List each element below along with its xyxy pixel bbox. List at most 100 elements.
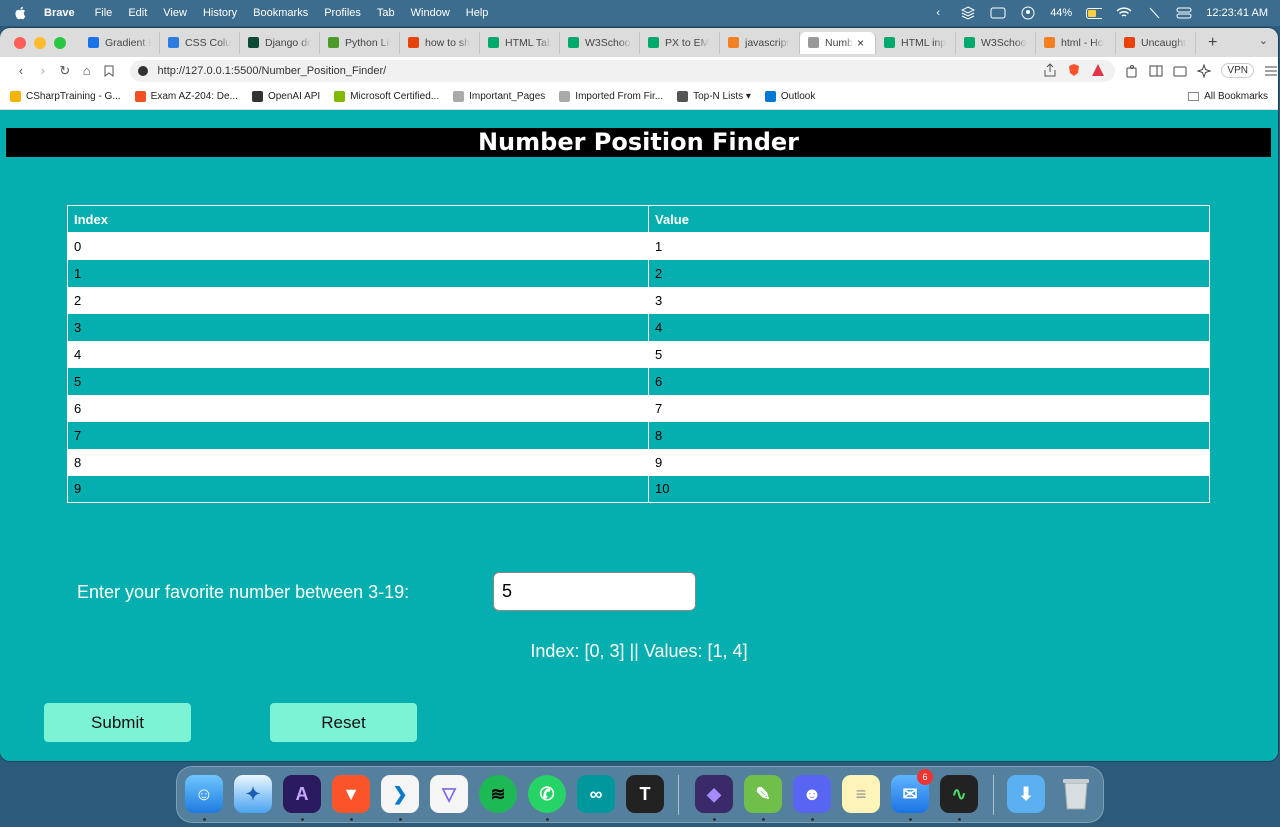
vscode-icon[interactable]: ❯ (381, 775, 419, 813)
menu-hamburger-icon[interactable] (1264, 64, 1278, 78)
address-bar[interactable]: http://127.0.0.1:5500/Number_Position_Fi… (129, 59, 1116, 82)
extensions-icon[interactable] (1125, 64, 1139, 78)
wifi-icon[interactable] (1116, 6, 1132, 20)
back-icon[interactable]: ‹ (10, 61, 32, 81)
share-icon[interactable] (1043, 62, 1057, 77)
tab[interactable]: javascript (720, 31, 800, 54)
sidebar-icon[interactable] (1149, 64, 1163, 78)
reset-button[interactable]: Reset (270, 703, 417, 742)
site-info-icon[interactable] (137, 65, 148, 76)
tab[interactable]: Django do (240, 31, 320, 54)
menu-view[interactable]: View (163, 7, 187, 19)
tab-active[interactable]: Numb × (800, 31, 876, 54)
finder-icon[interactable]: ☺ (185, 775, 223, 813)
bookmark-item[interactable]: Exam AZ-204: De... (134, 91, 238, 102)
layers-icon[interactable] (960, 6, 976, 20)
bookmark-item[interactable]: CSharpTraining - G... (10, 91, 121, 102)
obsidian-icon[interactable]: ◆ (695, 775, 733, 813)
bookmark-item[interactable]: Imported From Fir... (559, 91, 663, 102)
tab[interactable]: W3School (956, 31, 1036, 54)
tab-bar: Gradient B CSS Colum Django do Python Lis ho… (0, 28, 1278, 57)
table-header-index: Index (67, 205, 649, 233)
brave-shields-icon[interactable] (1067, 63, 1081, 77)
tab[interactable]: PX to EM (640, 31, 720, 54)
bluetooth-off-icon[interactable] (1146, 6, 1162, 20)
url-text[interactable]: http://127.0.0.1:5500/Number_Position_Fi… (158, 65, 387, 77)
index-cell: 9 (67, 475, 649, 503)
favorite-number-input[interactable] (493, 572, 696, 611)
bookmark-item[interactable]: OpenAI API (251, 91, 320, 102)
tab[interactable]: Uncaught (1116, 31, 1196, 54)
running-indicator (811, 818, 814, 821)
menu-file[interactable]: File (95, 7, 113, 19)
bookmark-item[interactable]: Outlook (764, 91, 815, 102)
safari-icon[interactable]: ✦ (234, 775, 272, 813)
tab-label: CSS Colum (185, 36, 231, 49)
leo-ai-icon[interactable] (1196, 62, 1213, 79)
reload-icon[interactable]: ↻ (54, 61, 76, 81)
tab[interactable]: html - Ho (1036, 31, 1116, 54)
affinity-icon[interactable]: A (283, 775, 321, 813)
tab[interactable]: W3School (560, 31, 640, 54)
typora-icon[interactable]: T (626, 775, 664, 813)
close-window-button[interactable] (14, 36, 26, 49)
wallet-icon[interactable] (1173, 64, 1187, 78)
close-tab-icon[interactable]: × (857, 36, 864, 50)
minimize-window-button[interactable] (34, 36, 46, 49)
notes-icon[interactable]: ≡ (842, 775, 880, 813)
home-icon[interactable]: ⌂ (76, 61, 98, 81)
bookmark-icon[interactable] (98, 61, 120, 81)
spotify-icon[interactable]: ≋ (479, 775, 517, 813)
user-circle-icon[interactable] (1020, 6, 1036, 20)
table-row: 56 (67, 367, 1210, 395)
tab[interactable]: CSS Colum (160, 31, 240, 54)
table-row: 34 (67, 313, 1210, 341)
menu-window[interactable]: Window (411, 7, 450, 19)
tab[interactable]: Gradient B (80, 31, 160, 54)
proton-vpn-icon[interactable]: ▽ (430, 775, 468, 813)
menu-help[interactable]: Help (466, 7, 489, 19)
tab[interactable]: HTML inp (876, 31, 956, 54)
new-tab-button[interactable]: + (1208, 34, 1217, 52)
activity-monitor-icon[interactable]: ∿ (940, 775, 978, 813)
battery-icon[interactable] (1086, 6, 1103, 20)
discord-icon[interactable]: ☻ (793, 775, 831, 813)
index-cell: 2 (67, 286, 649, 314)
tab[interactable]: how to sh (400, 31, 480, 54)
menu-history[interactable]: History (203, 7, 237, 19)
menu-profiles[interactable]: Profiles (324, 7, 361, 19)
clock[interactable]: 12:23:41 AM (1206, 7, 1268, 19)
whatsapp-icon[interactable]: ✆ (528, 775, 566, 813)
script-editor-icon[interactable]: ✎ (744, 775, 782, 813)
forward-icon[interactable]: › (32, 61, 54, 81)
tab-list-chevron-icon[interactable]: ⌄ (1259, 34, 1268, 47)
chevron-left-icon[interactable]: ‹ (930, 6, 946, 20)
bookmark-item[interactable]: Important_Pages (453, 91, 545, 102)
running-indicator (958, 818, 961, 821)
maximize-window-button[interactable] (54, 36, 66, 49)
tab[interactable]: Python Lis (320, 31, 400, 54)
tab-favicon-icon (568, 37, 579, 48)
tab-label: Python Lis (345, 36, 391, 49)
tab-label: HTML inp (901, 36, 947, 49)
menu-tab[interactable]: Tab (377, 7, 395, 19)
menu-edit[interactable]: Edit (128, 7, 147, 19)
bookmark-favicon-icon (559, 91, 571, 102)
tab[interactable]: HTML Tab (480, 31, 560, 54)
trash-icon[interactable] (1057, 775, 1095, 813)
vpn-button[interactable]: VPN (1221, 63, 1254, 78)
menu-bookmarks[interactable]: Bookmarks (253, 7, 308, 19)
keyboard-icon[interactable] (990, 6, 1006, 20)
menu-app-name[interactable]: Brave (44, 7, 75, 19)
arduino-icon[interactable]: ∞ (577, 775, 615, 813)
brave-browser-icon[interactable]: ▼ (332, 775, 370, 813)
bookmark-item[interactable]: Top-N Lists ▾ (677, 91, 751, 102)
downloads-folder-icon[interactable]: ⬇ (1007, 775, 1045, 813)
brave-rewards-icon[interactable] (1091, 63, 1105, 77)
mail-icon[interactable]: ✉ 6 (891, 769, 933, 813)
all-bookmarks-button[interactable]: All Bookmarks (1188, 91, 1268, 102)
bookmark-item[interactable]: Microsoft Certified... (334, 91, 439, 102)
control-center-icon[interactable] (1176, 6, 1192, 20)
apple-icon[interactable] (14, 6, 28, 20)
submit-button[interactable]: Submit (44, 703, 191, 742)
